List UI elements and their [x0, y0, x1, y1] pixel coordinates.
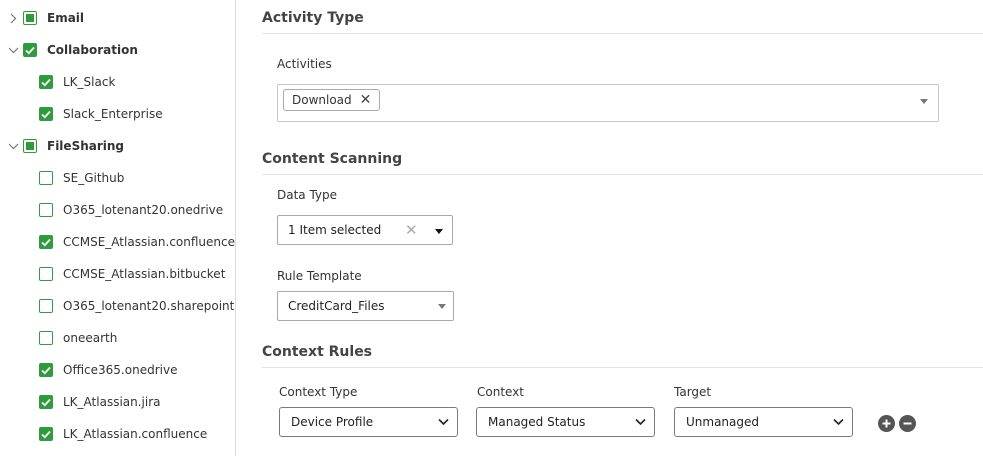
tree-item-label: CCMSE_Atlassian.bitbucket: [63, 267, 226, 281]
data-type-label: Data Type: [277, 188, 338, 202]
chevron-down-icon[interactable]: [438, 304, 446, 309]
tree-checkbox[interactable]: [39, 427, 53, 441]
tree-item-label: O365_lotenant20.onedrive: [63, 203, 224, 217]
tree-item-label: O365_lotenant20.sharepoint: [63, 299, 235, 313]
tree-item[interactable]: Office365.onedrive: [39, 354, 177, 386]
clear-icon[interactable]: ✕: [405, 221, 418, 239]
tree-item[interactable]: O365_lotenant20.sharepoint: [39, 290, 234, 322]
tree-item[interactable]: Email: [7, 2, 84, 34]
tree-checkbox[interactable]: [39, 107, 53, 121]
target-select[interactable]: Unmanaged: [674, 407, 853, 437]
minus-icon: [903, 422, 912, 425]
tree-item-label: CCMSE_Atlassian.confluence: [63, 235, 235, 249]
tree-checkbox[interactable]: [39, 75, 53, 89]
activities-label: Activities: [277, 57, 332, 71]
section-divider: [262, 174, 983, 175]
tree-checkbox[interactable]: [39, 299, 53, 313]
data-type-select[interactable]: 1 Item selected ✕: [277, 215, 453, 245]
activities-multiselect[interactable]: Download ✕: [277, 84, 939, 122]
tree-checkbox[interactable]: [39, 331, 53, 345]
chevron-down-icon[interactable]: [7, 44, 19, 56]
tree-checkbox[interactable]: [23, 43, 37, 57]
chevron-down-icon[interactable]: [435, 229, 443, 234]
tree-checkbox[interactable]: [39, 235, 53, 249]
tree-item[interactable]: LK_Atlassian.jira: [39, 386, 161, 418]
target-label: Target: [674, 385, 712, 399]
chevron-down-icon[interactable]: [920, 99, 928, 104]
context-select[interactable]: Managed Status: [476, 407, 655, 437]
tree-checkbox[interactable]: [39, 395, 53, 409]
context-label: Context: [477, 385, 525, 399]
activity-tag: Download ✕: [283, 89, 381, 111]
app-tree-panel: Email Collaboration LK_Slack Slack_Enterpri…: [0, 0, 236, 456]
tree-item[interactable]: LK_Atlassian.confluence: [39, 418, 207, 450]
chevron-down-icon: [438, 418, 449, 426]
plus-icon: [882, 419, 891, 428]
tree-checkbox[interactable]: [39, 363, 53, 377]
tree-item[interactable]: LK_Slack: [39, 66, 115, 98]
tree-item[interactable]: Slack_Enterprise: [39, 98, 163, 130]
rule-template-value: CreditCard_Files: [288, 299, 385, 313]
tree-item-label: SE_Github: [63, 171, 125, 185]
chevron-down-icon: [833, 418, 844, 426]
tree-item-label: Collaboration: [47, 43, 138, 57]
data-type-value: 1 Item selected: [288, 223, 382, 237]
activity-tag-label: Download: [292, 93, 352, 107]
target-value: Unmanaged: [686, 415, 760, 429]
tree-item[interactable]: CCMSE_Atlassian.confluence: [39, 226, 235, 258]
tree-item-label: LK_Atlassian.jira: [63, 395, 161, 409]
chevron-down-icon[interactable]: [7, 140, 19, 152]
tree-checkbox[interactable]: [39, 267, 53, 281]
rule-template-select[interactable]: CreditCard_Files: [277, 291, 454, 321]
policy-form: Activity Type Activities Download ✕ Cont…: [237, 0, 983, 456]
chevron-down-icon: [635, 418, 646, 426]
tree-checkbox[interactable]: [39, 203, 53, 217]
tree-checkbox[interactable]: [23, 11, 37, 25]
context-type-value: Device Profile: [291, 415, 374, 429]
tree-item-label: LK_Atlassian.confluence: [63, 427, 208, 441]
content-scanning-title: Content Scanning: [262, 151, 403, 167]
tree-item[interactable]: FileSharing: [7, 130, 124, 162]
tree-item-label: Office365.onedrive: [63, 363, 178, 377]
remove-rule-button[interactable]: [899, 415, 916, 432]
tree-item[interactable]: SE_Github: [39, 162, 124, 194]
chevron-right-icon[interactable]: [7, 12, 19, 24]
add-rule-button[interactable]: [878, 415, 895, 432]
tree-checkbox[interactable]: [39, 171, 53, 185]
tree-item-label: FileSharing: [47, 139, 125, 153]
tree-checkbox[interactable]: [23, 139, 37, 153]
tree-item-label: LK_Slack: [63, 75, 116, 89]
tree-item-label: Slack_Enterprise: [63, 107, 163, 121]
rule-template-label: Rule Template: [277, 269, 362, 283]
tree-item[interactable]: CCMSE_Atlassian.bitbucket: [39, 258, 225, 290]
context-value: Managed Status: [488, 415, 586, 429]
tree-item[interactable]: oneearth: [39, 322, 117, 354]
activity-type-title: Activity Type: [262, 10, 364, 26]
context-rules-title: Context Rules: [262, 344, 373, 360]
tree-item-label: Email: [47, 11, 85, 25]
context-type-label: Context Type: [279, 385, 358, 399]
section-divider: [262, 367, 983, 368]
remove-tag-icon[interactable]: ✕: [360, 93, 372, 107]
tree-item-label: oneearth: [63, 331, 118, 345]
section-divider: [262, 33, 983, 34]
tree-item[interactable]: Collaboration: [7, 34, 138, 66]
tree-item[interactable]: O365_lotenant20.onedrive: [39, 194, 223, 226]
context-type-select[interactable]: Device Profile: [279, 407, 458, 437]
